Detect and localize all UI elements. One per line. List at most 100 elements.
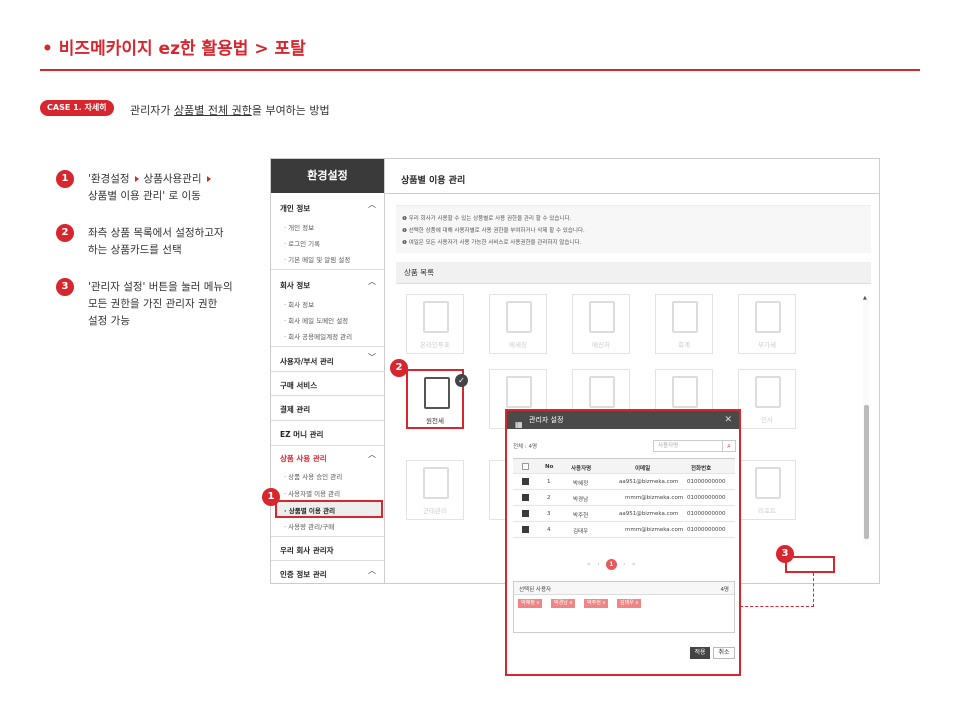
sidebar-title: 환경설정	[271, 159, 384, 193]
product-list-title: 상품 목록	[404, 268, 434, 277]
sidebar-item[interactable]: · 사용량 관리/구매	[284, 521, 334, 531]
modal-title: 관리자 설정	[529, 416, 564, 424]
case-description: 관리자가 상품별 전체 권한을 부여하는 방법	[130, 102, 330, 118]
accounting-icon	[672, 301, 698, 333]
gift-icon	[755, 301, 781, 333]
sidebar-section-company[interactable]: 회사 정보	[280, 280, 310, 291]
table-row[interactable]: 4 김태우 mmm@bizmeka.com 01000000000	[513, 522, 735, 538]
sidebar-section-product[interactable]: 상품 사용 관리	[280, 453, 327, 464]
next-page-icon[interactable]: ›	[623, 560, 626, 568]
product-card[interactable]: 부가세	[738, 294, 796, 354]
notice-line: ❶ 선택한 상품에 대해 사용자별로 사용 권한을 부여하거나 삭제 할 수 있…	[402, 228, 585, 234]
user-tag[interactable]: 박혜정 x	[518, 599, 543, 608]
divider	[271, 536, 384, 537]
notice-line: ❶ 여일은 모든 사용자가 사용 가능한 서비스로 사용권한을 관리하지 않습니…	[402, 240, 582, 246]
check-icon: ✓	[455, 374, 468, 387]
sidebar-item[interactable]: · 개인 정보	[284, 222, 314, 232]
sidebar-item[interactable]: · 회사 공용메일계정 관리	[284, 331, 352, 341]
user-search-input[interactable]: 사용자명	[653, 440, 723, 452]
sidebar-item-users[interactable]: 사용자/부서 관리	[280, 356, 334, 367]
chevron-down-icon[interactable]: ﹀	[368, 352, 376, 363]
selected-users-count: 4명	[720, 587, 729, 593]
product-card[interactable]: 인사	[738, 369, 796, 429]
sidebar-item-our-admin[interactable]: 우리 회사 관리자	[280, 545, 334, 556]
clock-icon	[423, 467, 449, 499]
sidebar-item-ezmoney[interactable]: EZ 머니 관리	[280, 429, 323, 440]
divider	[271, 445, 384, 446]
prev-page-icon[interactable]: ‹	[597, 560, 600, 568]
arrow-right-icon	[206, 175, 211, 182]
user-tag[interactable]: 박주현 x	[584, 599, 609, 608]
grid-icon: ▦	[515, 420, 523, 429]
apply-button[interactable]: 적용	[690, 647, 710, 659]
sidebar-item-cert[interactable]: 인증 정보 관리	[280, 569, 327, 580]
case-desc-underline: 상품별 전체 권한	[173, 104, 252, 117]
step-3-line1: '관리자 설정' 버튼을 눌러 메뉴의	[88, 281, 233, 293]
step-3: 3 '관리자 설정' 버튼을 눌러 메뉴의 모든 권한을 가진 관리자 권한 설…	[56, 278, 256, 330]
product-card-selected[interactable]: 원천세 ✓	[406, 369, 468, 429]
table-row[interactable]: 1 박혜정 aa951@bizmeka.com 01000000000	[513, 474, 735, 490]
sidebar-item[interactable]: · 회사 정보	[284, 299, 314, 309]
page-number-active[interactable]: 1	[605, 559, 617, 570]
table-row[interactable]: 2 박경남 mmm@bizmeka.com 01000000000	[513, 490, 735, 506]
product-card[interactable]: 회계	[655, 294, 713, 354]
product-list-header: 상품 목록	[396, 262, 871, 284]
main-divider	[385, 193, 880, 194]
divider	[271, 420, 384, 421]
chart-icon	[755, 467, 781, 499]
admin-settings-button-highlight[interactable]	[785, 556, 835, 573]
product-card[interactable]: 온라인투표	[406, 294, 464, 354]
chevron-up-icon[interactable]: ︿	[368, 565, 376, 576]
product-card[interactable]: 리포트	[738, 460, 796, 520]
document-icon	[672, 376, 698, 408]
close-icon[interactable]: ✕	[724, 411, 732, 429]
user-tag[interactable]: 김태우 x	[617, 599, 642, 608]
last-page-icon[interactable]: »	[632, 560, 636, 568]
product-card[interactable]: 근태관리	[406, 460, 464, 520]
first-page-icon[interactable]: «	[587, 560, 591, 568]
divider	[271, 269, 384, 270]
scrollbar-thumb[interactable]	[864, 405, 869, 539]
main-title: 상품별 이용 관리	[401, 176, 466, 186]
row-checkbox[interactable]	[522, 510, 529, 517]
case-badge: CASE 1. 자세히	[40, 100, 114, 116]
sidebar-item[interactable]: · 상품 사용 승인 관리	[284, 471, 342, 481]
selected-users-box: 선택된 사용자 4명 박혜정 x 박경남 x 박주현 x 김태우 x	[513, 581, 735, 633]
sidebar-item[interactable]: · 회사 메일 도메인 설정	[284, 315, 348, 325]
case-desc-pre: 관리자가	[130, 104, 174, 117]
chevron-up-icon[interactable]: ︿	[368, 449, 376, 460]
chevron-up-icon[interactable]: ︿	[368, 276, 376, 287]
user-tag[interactable]: 박경남 x	[551, 599, 576, 608]
divider	[271, 371, 384, 372]
admin-settings-modal: ▦ 관리자 설정 ✕ 전체 : 4명 사용자명 ⌕ No 사용자명 이메일 전화…	[505, 409, 741, 676]
row-checkbox[interactable]	[522, 478, 529, 485]
connector-line	[813, 573, 814, 607]
notice-line: ❶ 우리 회사가 사용할 수 있는 상품별로 사용 권한을 관리 할 수 있습니…	[402, 216, 572, 222]
sidebar-item[interactable]: · 사용자별 이용 관리	[284, 488, 340, 498]
step-2-line2: 하는 상품카드를 선택	[88, 244, 182, 256]
table-row[interactable]: 3 박주현 aa951@bizmeka.com 01000000000	[513, 506, 735, 522]
sidebar: 환경설정 개인 정보 ︿ · 개인 정보 · 로그인 기록 · 기본 메일 및 …	[271, 159, 385, 583]
step-3-line2: 모든 권한을 가진 관리자 권한	[88, 298, 218, 310]
selected-users-header: 선택된 사용자 4명	[514, 582, 734, 595]
cancel-button[interactable]: 취소	[713, 647, 735, 659]
divider	[271, 395, 384, 396]
search-icon[interactable]: ⌕	[723, 440, 736, 452]
sidebar-item-product-usage[interactable]: · 상품별 이용 관리	[284, 505, 335, 515]
product-card[interactable]: 메세징	[489, 294, 547, 354]
select-all-checkbox[interactable]	[522, 463, 529, 470]
sidebar-item[interactable]: · 기본 메일 및 알림 설정	[284, 254, 350, 264]
step-number: 3	[56, 278, 74, 296]
chevron-up-icon[interactable]: ︿	[368, 199, 376, 210]
callout-2: 2	[390, 359, 408, 377]
sidebar-item-payment[interactable]: 결제 관리	[280, 404, 310, 415]
sidebar-item[interactable]: · 로그인 기록	[284, 238, 320, 248]
row-checkbox[interactable]	[522, 494, 529, 501]
selected-users-label: 선택된 사용자	[519, 587, 552, 593]
sidebar-section-personal[interactable]: 개인 정보	[280, 203, 310, 214]
row-checkbox[interactable]	[522, 526, 529, 533]
sidebar-item-purchase[interactable]: 구매 서비스	[280, 380, 317, 391]
arrow-right-icon	[134, 175, 139, 182]
scroll-up-icon[interactable]: ▲	[863, 295, 867, 301]
product-card[interactable]: 메신저	[572, 294, 630, 354]
